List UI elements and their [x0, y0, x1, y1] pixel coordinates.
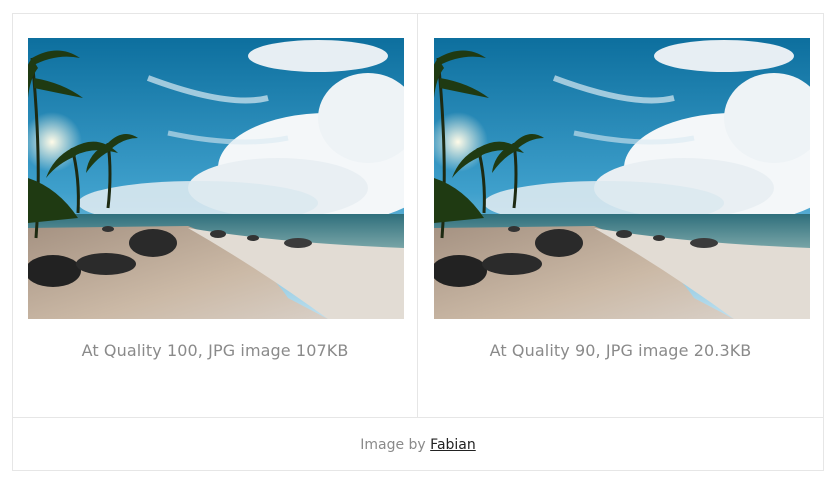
beach-photo: [434, 38, 810, 319]
image-caption: At Quality 90, JPG image 20.3KB: [489, 341, 752, 360]
comparison-figure: At Quality 100, JPG image 107KB At Quali…: [12, 13, 824, 471]
credit-prefix: Image by: [360, 437, 431, 453]
beach-photo: [28, 38, 404, 319]
comparison-cell-quality-100: At Quality 100, JPG image 107KB: [13, 14, 418, 417]
image-caption: At Quality 100, JPG image 107KB: [81, 341, 349, 360]
credit-author-link[interactable]: Fabian: [430, 437, 476, 453]
comparison-row: At Quality 100, JPG image 107KB At Quali…: [13, 14, 823, 418]
image-credit: Image by Fabian: [13, 437, 823, 453]
comparison-cell-quality-90: At Quality 90, JPG image 20.3KB: [418, 14, 823, 417]
